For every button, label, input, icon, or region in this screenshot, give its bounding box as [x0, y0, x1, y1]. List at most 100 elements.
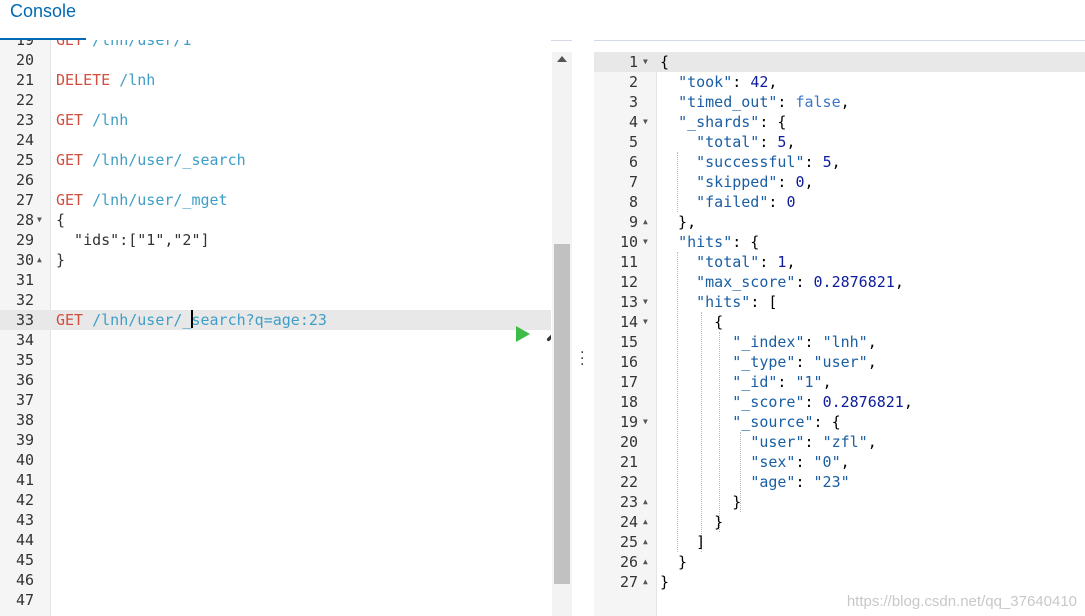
code-text: "max_score": 0.2876821, — [696, 273, 904, 291]
tab-console[interactable]: Console — [0, 0, 87, 40]
editor-line[interactable]: 22 — [0, 90, 551, 110]
editor-line[interactable]: 19 GET /lnh/user/1 — [0, 40, 551, 50]
request-editor[interactable]: 19 GET /lnh/user/1 20 21 DELETE /lnh 22 23 GET … — [0, 40, 551, 616]
output-line: 19 ▼ "_source": { — [594, 412, 1085, 432]
output-line: 11 "total": 1, — [594, 252, 1085, 272]
output-line: 12 "max_score": 0.2876821, — [594, 272, 1085, 292]
line-number: 34 — [15, 331, 34, 349]
fold-open-icon[interactable]: ▼ — [643, 112, 648, 132]
output-line: 26 ▲ } — [594, 552, 1085, 572]
fold-close-icon[interactable]: ▲ — [643, 532, 648, 552]
line-number: 16 — [619, 353, 638, 371]
output-line: 9 ▲ }, — [594, 212, 1085, 232]
line-number: 25 — [619, 533, 638, 551]
line-number: 42 — [15, 491, 34, 509]
output-line: 1 ▼ { — [594, 52, 1085, 72]
editor-line[interactable]: 39 — [0, 430, 551, 450]
editor-line[interactable]: 40 — [0, 450, 551, 470]
editor-line[interactable]: 47 — [0, 590, 551, 610]
code-text: } — [56, 251, 66, 269]
editor-line[interactable]: 25 GET /lnh/user/_search — [0, 150, 551, 170]
output-line: 8 "failed": 0 — [594, 192, 1085, 212]
line-number: 21 — [619, 453, 638, 471]
pane-resizer[interactable]: · · · — [572, 40, 594, 616]
resize-handle-icon[interactable]: · · · — [580, 346, 584, 372]
fold-close-icon[interactable]: ▲ — [643, 212, 648, 232]
editor-line[interactable]: 33 GET /lnh/user/_search?q=age:23 — [0, 310, 551, 330]
editor-line[interactable]: 26 — [0, 170, 551, 190]
editor-line[interactable]: 38 — [0, 410, 551, 430]
wrench-icon[interactable] — [545, 324, 551, 344]
fold-close-icon[interactable]: ▲ — [643, 512, 648, 532]
editor-line[interactable]: 27 GET /lnh/user/_mget — [0, 190, 551, 210]
line-number: 20 — [15, 51, 34, 69]
code-text: { — [56, 211, 66, 229]
line-number: 43 — [15, 511, 34, 529]
editor-line[interactable]: 44 — [0, 530, 551, 550]
editor-line[interactable]: 29 "ids":["1","2"] — [0, 230, 551, 250]
line-number: 5 — [628, 133, 638, 151]
fold-close-icon[interactable]: ▲ — [643, 492, 648, 512]
editor-line[interactable]: 20 — [0, 50, 551, 70]
line-number: 9 — [628, 213, 638, 231]
editor-line[interactable]: 42 — [0, 490, 551, 510]
fold-open-icon[interactable]: ▼ — [643, 412, 648, 432]
fold-open-icon[interactable]: ▼ — [643, 232, 648, 252]
line-number: 46 — [15, 571, 34, 589]
line-number: 35 — [15, 351, 34, 369]
editor-line[interactable]: 36 — [0, 370, 551, 390]
output-line: 6 "successful": 5, — [594, 152, 1085, 172]
scroll-up-icon[interactable] — [557, 56, 567, 62]
line-number: 41 — [15, 471, 34, 489]
editor-line[interactable]: 31 — [0, 270, 551, 290]
code-text: "skipped": 0, — [696, 173, 814, 191]
output-line: 14 ▼ { — [594, 312, 1085, 332]
fold-close-icon[interactable]: ▲ — [37, 250, 42, 270]
editor-line[interactable]: 41 — [0, 470, 551, 490]
line-number: 40 — [15, 451, 34, 469]
line-number: 19 — [619, 413, 638, 431]
editor-line[interactable]: 35 — [0, 350, 551, 370]
code-text: { — [660, 53, 670, 71]
scrollbar-thumb[interactable] — [554, 244, 570, 584]
code-text: "_source": { — [732, 413, 841, 431]
output-line: 7 "skipped": 0, — [594, 172, 1085, 192]
fold-open-icon[interactable]: ▼ — [643, 52, 648, 72]
code-text: "total": 5, — [696, 133, 796, 151]
line-number: 22 — [619, 473, 638, 491]
fold-close-icon[interactable]: ▲ — [643, 552, 648, 572]
code-text: } — [660, 493, 742, 511]
line-number: 45 — [15, 551, 34, 569]
line-number: 24 — [619, 513, 638, 531]
editor-line[interactable]: 21 DELETE /lnh — [0, 70, 551, 90]
editor-line[interactable]: 24 — [0, 130, 551, 150]
fold-close-icon[interactable]: ▲ — [643, 572, 648, 592]
line-number: 33 — [15, 311, 34, 329]
code-text: } — [660, 573, 670, 591]
editor-line[interactable]: 45 — [0, 550, 551, 570]
output-line: 23 ▲ } — [594, 492, 1085, 512]
line-number: 20 — [619, 433, 638, 451]
play-icon[interactable] — [514, 325, 532, 343]
fold-open-icon[interactable]: ▼ — [643, 312, 648, 332]
line-number: 12 — [619, 273, 638, 291]
code-text: { — [660, 313, 724, 331]
line-number: 38 — [15, 411, 34, 429]
output-line: 13 ▼ "hits": [ — [594, 292, 1085, 312]
fold-open-icon[interactable]: ▼ — [37, 210, 42, 230]
line-number: 18 — [619, 393, 638, 411]
editor-line[interactable]: 43 — [0, 510, 551, 530]
editor-line[interactable]: 34 — [0, 330, 551, 350]
editor-scrollbar[interactable] — [552, 52, 572, 616]
editor-line[interactable]: 28 ▼ { — [0, 210, 551, 230]
code-text: GET /lnh/user/_search?q=age:23 — [56, 310, 327, 329]
editor-line[interactable]: 32 — [0, 290, 551, 310]
editor-line[interactable]: 37 — [0, 390, 551, 410]
line-number: 39 — [15, 431, 34, 449]
editor-line[interactable]: 46 — [0, 570, 551, 590]
fold-open-icon[interactable]: ▼ — [643, 292, 648, 312]
editor-line[interactable]: 23 GET /lnh — [0, 110, 551, 130]
editor-line[interactable]: 30 ▲} — [0, 250, 551, 270]
code-text: "timed_out": false, — [678, 93, 850, 111]
output-line: 27 ▲} — [594, 572, 1085, 592]
